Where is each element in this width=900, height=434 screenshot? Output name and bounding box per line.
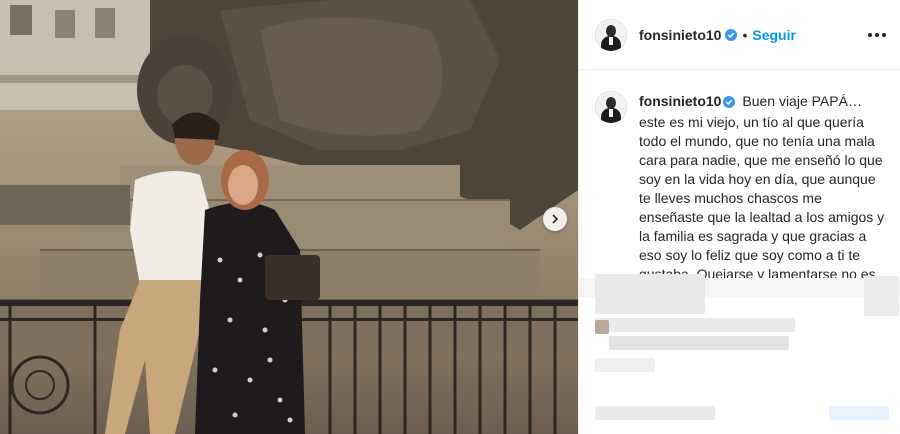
caption-username-link[interactable]: fonsinieto10 bbox=[639, 93, 721, 109]
avatar[interactable] bbox=[595, 18, 627, 51]
follow-button[interactable]: Seguir bbox=[752, 27, 796, 43]
next-photo-button[interactable] bbox=[543, 207, 567, 231]
username-link[interactable]: fonsinieto10 bbox=[639, 27, 721, 43]
blurred-comments-area bbox=[579, 268, 900, 434]
avatar[interactable] bbox=[595, 91, 627, 123]
post-photo[interactable] bbox=[0, 0, 578, 434]
separator-dot: • bbox=[742, 26, 748, 43]
chevron-right-icon bbox=[552, 214, 559, 224]
post-header: fonsinieto10 • Seguir bbox=[579, 0, 900, 70]
more-options-icon[interactable] bbox=[868, 32, 886, 37]
verified-badge-icon bbox=[725, 28, 738, 41]
photo-illustration bbox=[0, 0, 578, 434]
post-side-panel: fonsinieto10 • Seguir fonsinieto10 Buen … bbox=[578, 0, 900, 434]
verified-badge-icon bbox=[723, 94, 736, 113]
